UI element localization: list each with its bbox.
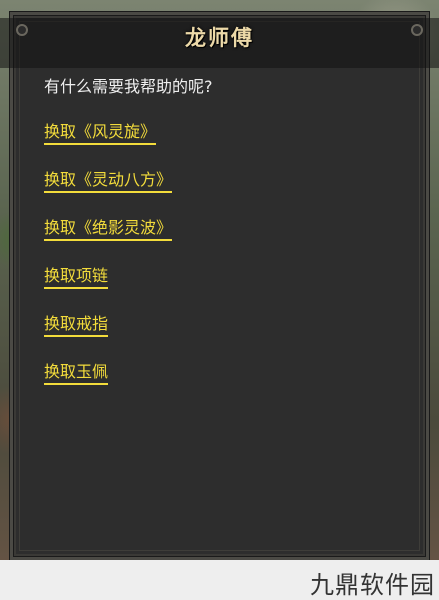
option-exchange-ring[interactable]: 换取戒指 [44, 310, 109, 337]
npc-greeting-text: 有什么需要我帮助的呢? [44, 77, 213, 96]
option-exchange-jade-pendant[interactable]: 换取玉佩 [44, 358, 109, 385]
npc-name-title: 龙师傅 [185, 26, 254, 50]
watermark-banner: 九鼎软件园 [0, 560, 439, 600]
dialog-option: 换取《灵动八方》 [44, 166, 173, 214]
option-exchange-lingdongbafang[interactable]: 换取《灵动八方》 [44, 166, 173, 193]
watermark-text: 九鼎软件园 [310, 571, 435, 599]
dialog-option: 换取玉佩 [44, 358, 172, 406]
frame-ornament-right-icon [411, 24, 423, 36]
frame-ornament-left-icon [16, 24, 28, 36]
option-exchange-jueyinglingbo[interactable]: 换取《绝影灵波》 [44, 214, 173, 241]
option-exchange-necklace[interactable]: 换取项链 [44, 262, 109, 289]
dialog-option: 换取戒指 [44, 310, 172, 358]
dialog-option: 换取项链 [44, 262, 172, 310]
dialog-option: 换取《绝影灵波》 [44, 214, 173, 262]
option-exchange-fenglingxuan[interactable]: 换取《风灵旋》 [44, 118, 157, 145]
dialog-option: 换取《风灵旋》 [44, 118, 172, 166]
dialog-title-bar: 龙师傅 [0, 18, 439, 68]
dialog-options-list: 换取《风灵旋》 换取《灵动八方》 换取《绝影灵波》 换取项链 换取戒指 换取玉佩 [44, 118, 173, 406]
